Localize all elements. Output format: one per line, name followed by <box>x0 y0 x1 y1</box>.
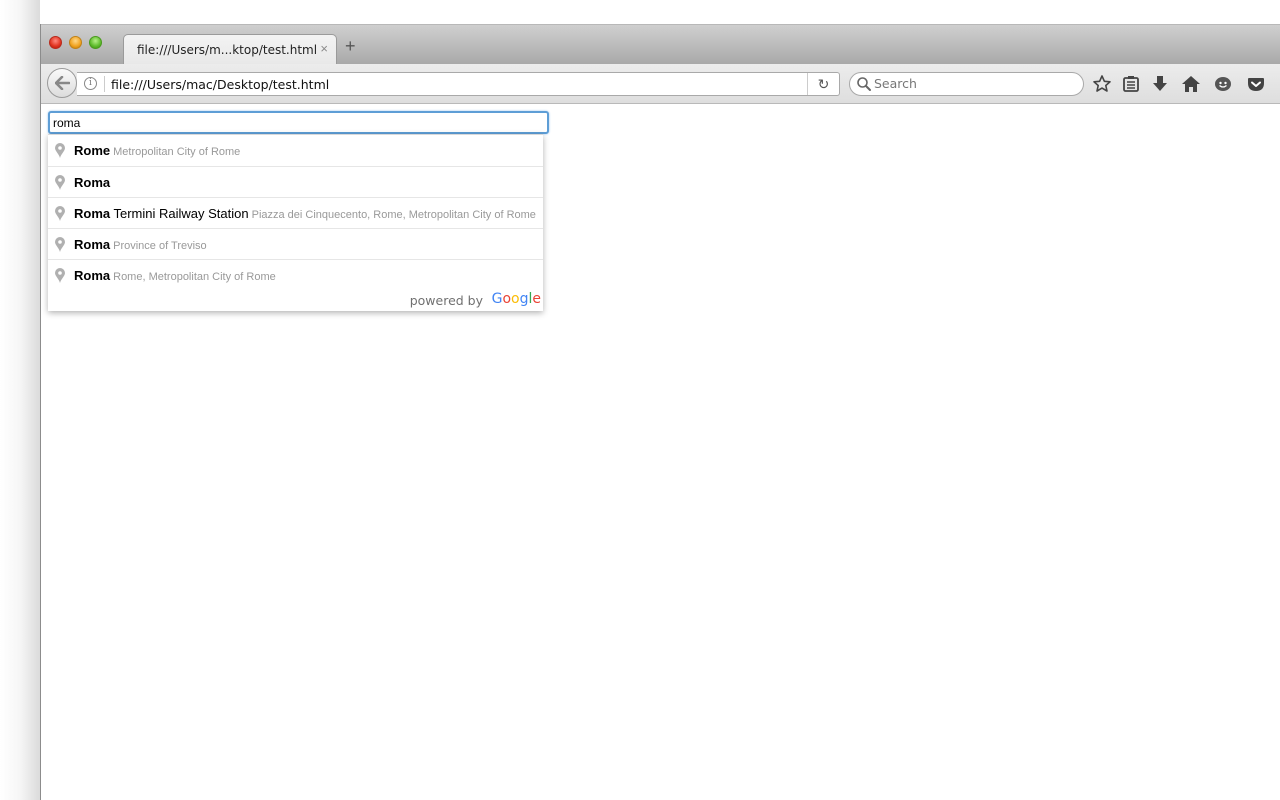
suggestion-main: Roma <box>74 237 111 252</box>
navigation-toolbar: i file:///Users/mac/Desktop/test.html ↻ <box>41 64 1280 104</box>
suggestion-item[interactable]: Rome Metropolitan City of Rome <box>48 135 543 166</box>
google-logo-letter: G <box>491 291 503 307</box>
window-shadow <box>0 0 40 800</box>
google-logo-letter: o <box>511 291 520 307</box>
suggestion-item[interactable]: Roma <box>48 166 543 197</box>
powered-by-google-footer: powered by Google <box>48 290 543 311</box>
suggestion-secondary: Metropolitan City of Rome <box>113 146 241 158</box>
suggestion-main: Roma <box>74 268 111 283</box>
suggestion-main-rest: Termini Railway Station <box>110 206 249 221</box>
bookmark-star-icon[interactable] <box>1092 74 1112 94</box>
suggestion-text: Roma Province of Treviso <box>74 237 207 252</box>
tab-bar: file:///Users/m...ktop/test.html × + <box>41 24 1280 65</box>
page-content: RomeMetropolitan City of Rome Roma Roma … <box>41 104 1280 800</box>
map-pin-icon <box>55 143 65 158</box>
site-info-icon[interactable]: i <box>84 77 97 90</box>
suggestion-text: Roma <box>74 175 110 190</box>
url-bar[interactable]: i file:///Users/mac/Desktop/test.html ↻ <box>77 72 840 96</box>
zoom-window-button[interactable] <box>89 36 102 49</box>
tab-close-icon[interactable]: × <box>320 41 328 56</box>
place-search-input[interactable] <box>48 111 549 134</box>
suggestion-item[interactable]: Roma Rome, Metropolitan City of Rome <box>48 259 543 290</box>
google-logo: Google <box>492 291 541 307</box>
suggestion-text: Roma Rome, Metropolitan City of Rome <box>74 268 276 283</box>
minimize-window-button[interactable] <box>69 36 82 49</box>
reading-list-icon[interactable] <box>1121 74 1141 94</box>
search-icon <box>857 77 871 91</box>
tab-title: file:///Users/m...ktop/test.html <box>137 43 318 57</box>
map-pin-icon <box>55 268 65 283</box>
map-pin-icon <box>55 237 65 252</box>
search-input[interactable] <box>874 76 1074 91</box>
google-logo-letter: e <box>532 291 541 307</box>
suggestion-text: Roma Termini Railway Station Piazza dei C… <box>74 206 536 221</box>
search-bar[interactable] <box>849 72 1084 96</box>
google-logo-letter: o <box>502 291 512 307</box>
powered-by-text: powered by <box>409 293 483 308</box>
url-text[interactable]: file:///Users/mac/Desktop/test.html <box>111 77 329 92</box>
suggestion-main: Roma <box>74 206 111 221</box>
suggestion-item[interactable]: Roma Termini Railway Station Piazza dei C… <box>48 197 543 228</box>
desktop: file:///Users/m...ktop/test.html × + i f… <box>0 0 1280 800</box>
map-pin-icon <box>55 175 65 190</box>
suggestion-secondary: Province of Treviso <box>113 240 207 252</box>
back-arrow-icon <box>55 76 70 90</box>
browser-window: file:///Users/m...ktop/test.html × + i f… <box>40 24 1280 800</box>
download-icon[interactable] <box>1150 74 1170 94</box>
suggestion-secondary: Rome, Metropolitan City of Rome <box>113 271 276 283</box>
suggestion-secondary: Piazza dei Cinquecento, Rome, Metropolit… <box>251 209 536 221</box>
pocket-icon[interactable] <box>1246 74 1266 94</box>
hello-chat-icon[interactable] <box>1213 74 1233 94</box>
close-window-button[interactable] <box>49 36 62 49</box>
reload-icon[interactable]: ↻ <box>807 73 839 95</box>
suggestion-main: Rome <box>74 143 111 158</box>
suggestion-main: Roma <box>74 175 111 190</box>
suggestion-item[interactable]: Roma Province of Treviso <box>48 228 543 259</box>
home-icon[interactable] <box>1181 74 1201 94</box>
autocomplete-dropdown: Rome Metropolitan City of Rome Roma Roma … <box>48 134 543 311</box>
suggestion-text: Rome Metropolitan City of Rome <box>74 143 240 158</box>
new-tab-button[interactable]: + <box>345 37 356 55</box>
map-pin-icon <box>55 206 65 221</box>
tab-active[interactable]: file:///Users/m...ktop/test.html × <box>123 34 337 65</box>
url-separator <box>104 76 105 92</box>
back-button[interactable] <box>47 68 77 98</box>
